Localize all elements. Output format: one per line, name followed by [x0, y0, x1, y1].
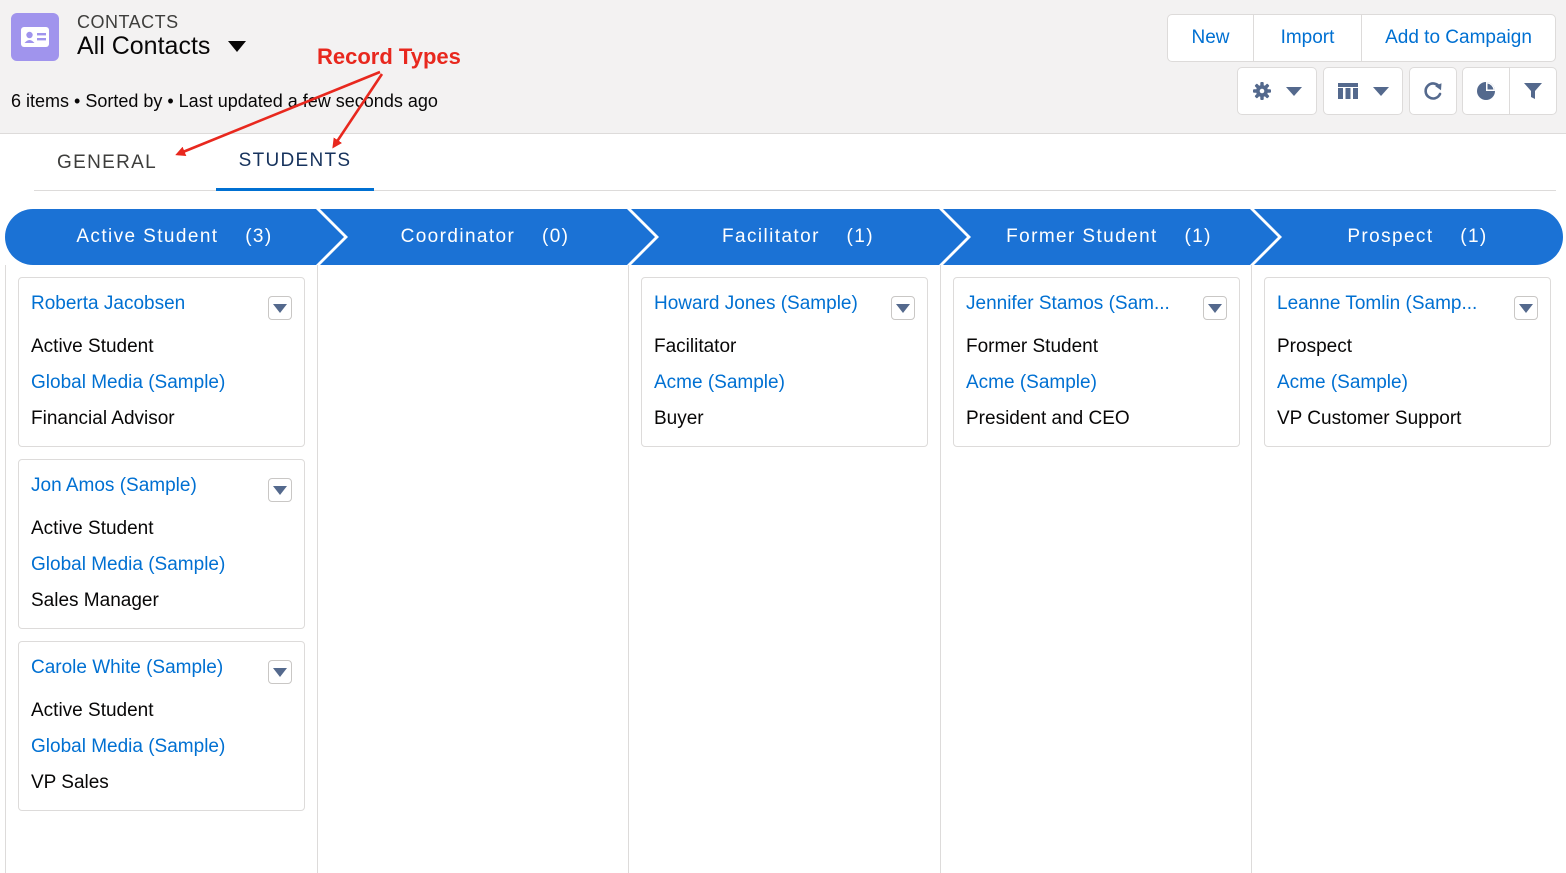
stage-label-coordinator[interactable]: Coordinator (0)	[335, 209, 635, 265]
filter-button[interactable]	[1510, 68, 1556, 114]
column-divider	[317, 265, 318, 873]
list-meta-status: 6 items • Sorted by • Last updated a few…	[11, 91, 438, 111]
account-name-link[interactable]: Global Media (Sample)	[31, 372, 225, 394]
stage-label-active-student[interactable]: Active Student (3)	[5, 209, 344, 265]
record-type-value: Prospect	[1277, 336, 1352, 357]
chart-icon	[1477, 82, 1495, 100]
action-button-group: New Import Add to Campaign	[1167, 14, 1556, 62]
contact-title-value: Sales Manager	[31, 590, 159, 611]
kanban-card[interactable]: Leanne Tomlin (Samp... Prospect Acme (Sa…	[1264, 277, 1551, 447]
contact-name-link[interactable]: Howard Jones (Sample)	[654, 293, 858, 315]
account-name-link[interactable]: Global Media (Sample)	[31, 554, 225, 576]
contact-title-value: VP Sales	[31, 772, 109, 793]
page-header: CONTACTS All Contacts 6 items • Sorted b…	[0, 0, 1566, 134]
record-type-tabs: GENERAL STUDENTS	[34, 134, 1556, 191]
contact-name-link[interactable]: Leanne Tomlin (Samp...	[1277, 293, 1477, 315]
annotation-label: Record Types	[317, 44, 461, 69]
chevron-down-icon	[1208, 303, 1222, 313]
account-name-link[interactable]: Acme (Sample)	[1277, 372, 1408, 394]
list-settings-button[interactable]	[1237, 67, 1317, 115]
column-divider	[940, 265, 941, 873]
card-menu-button[interactable]	[1203, 296, 1227, 320]
contact-name-link[interactable]: Jon Amos (Sample)	[31, 475, 197, 497]
record-type-value: Facilitator	[654, 336, 737, 357]
contact-title-value: Buyer	[654, 408, 704, 429]
refresh-icon	[1424, 82, 1442, 100]
contact-name-link[interactable]: Roberta Jacobsen	[31, 293, 185, 315]
contact-name-link[interactable]: Jennifer Stamos (Sam...	[966, 293, 1170, 315]
chevron-down-icon	[273, 667, 287, 677]
contact-title-value: Financial Advisor	[31, 408, 175, 429]
object-label: CONTACTS	[77, 12, 179, 32]
column-divider	[1251, 265, 1252, 873]
table-icon	[1338, 83, 1358, 99]
chevron-down-icon	[1519, 303, 1533, 313]
refresh-button[interactable]	[1409, 67, 1457, 115]
chevron-down-icon	[896, 303, 910, 313]
kanban-card[interactable]: Jennifer Stamos (Sam... Former Student A…	[953, 277, 1240, 447]
kanban-card[interactable]: Carole White (Sample) Active Student Glo…	[18, 641, 305, 811]
new-button[interactable]: New	[1168, 15, 1254, 61]
chevron-down-icon	[273, 303, 287, 313]
account-name-link[interactable]: Acme (Sample)	[654, 372, 785, 394]
column-divider	[628, 265, 629, 873]
list-view-selector[interactable]: All Contacts	[77, 32, 247, 61]
kanban-card[interactable]: Howard Jones (Sample) Facilitator Acme (…	[641, 277, 928, 447]
stage-label-facilitator[interactable]: Facilitator (1)	[648, 209, 948, 265]
contact-card-icon	[11, 13, 59, 61]
kanban-card[interactable]: Jon Amos (Sample) Active Student Global …	[18, 459, 305, 629]
record-type-value: Active Student	[31, 700, 154, 721]
card-menu-button[interactable]	[891, 296, 915, 320]
show-charts-button[interactable]	[1463, 68, 1510, 114]
record-type-value: Former Student	[966, 336, 1098, 357]
record-type-value: Active Student	[31, 336, 154, 357]
import-button[interactable]: Import	[1254, 15, 1362, 61]
display-as-button[interactable]	[1323, 67, 1403, 115]
card-menu-button[interactable]	[268, 296, 292, 320]
chevron-down-icon	[273, 485, 287, 495]
stage-label-prospect[interactable]: Prospect (1)	[1270, 209, 1565, 265]
tab-students[interactable]: STUDENTS	[216, 134, 374, 191]
contact-title-value: President and CEO	[966, 408, 1130, 429]
stage-label-former-student[interactable]: Former Student (1)	[959, 209, 1259, 265]
chevron-down-icon	[1286, 86, 1302, 96]
contact-name-link[interactable]: Carole White (Sample)	[31, 657, 223, 679]
card-menu-button[interactable]	[1514, 296, 1538, 320]
tab-general[interactable]: GENERAL	[34, 134, 180, 191]
filter-icon	[1524, 83, 1542, 99]
list-view-name: All Contacts	[77, 32, 211, 60]
column-divider	[5, 265, 6, 873]
kanban-stage-path: Active Student (3) Coordinator (0) Facil…	[5, 209, 1563, 265]
chevron-down-icon	[1373, 86, 1389, 96]
account-name-link[interactable]: Acme (Sample)	[966, 372, 1097, 394]
account-name-link[interactable]: Global Media (Sample)	[31, 736, 225, 758]
card-menu-button[interactable]	[268, 660, 292, 684]
chart-filter-button-group	[1462, 67, 1557, 115]
card-menu-button[interactable]	[268, 478, 292, 502]
add-to-campaign-button[interactable]: Add to Campaign	[1362, 15, 1555, 61]
record-type-value: Active Student	[31, 518, 154, 539]
gear-icon	[1253, 82, 1271, 100]
contact-title-value: VP Customer Support	[1277, 408, 1462, 429]
kanban-card[interactable]: Roberta Jacobsen Active Student Global M…	[18, 277, 305, 447]
chevron-down-icon	[228, 41, 247, 52]
